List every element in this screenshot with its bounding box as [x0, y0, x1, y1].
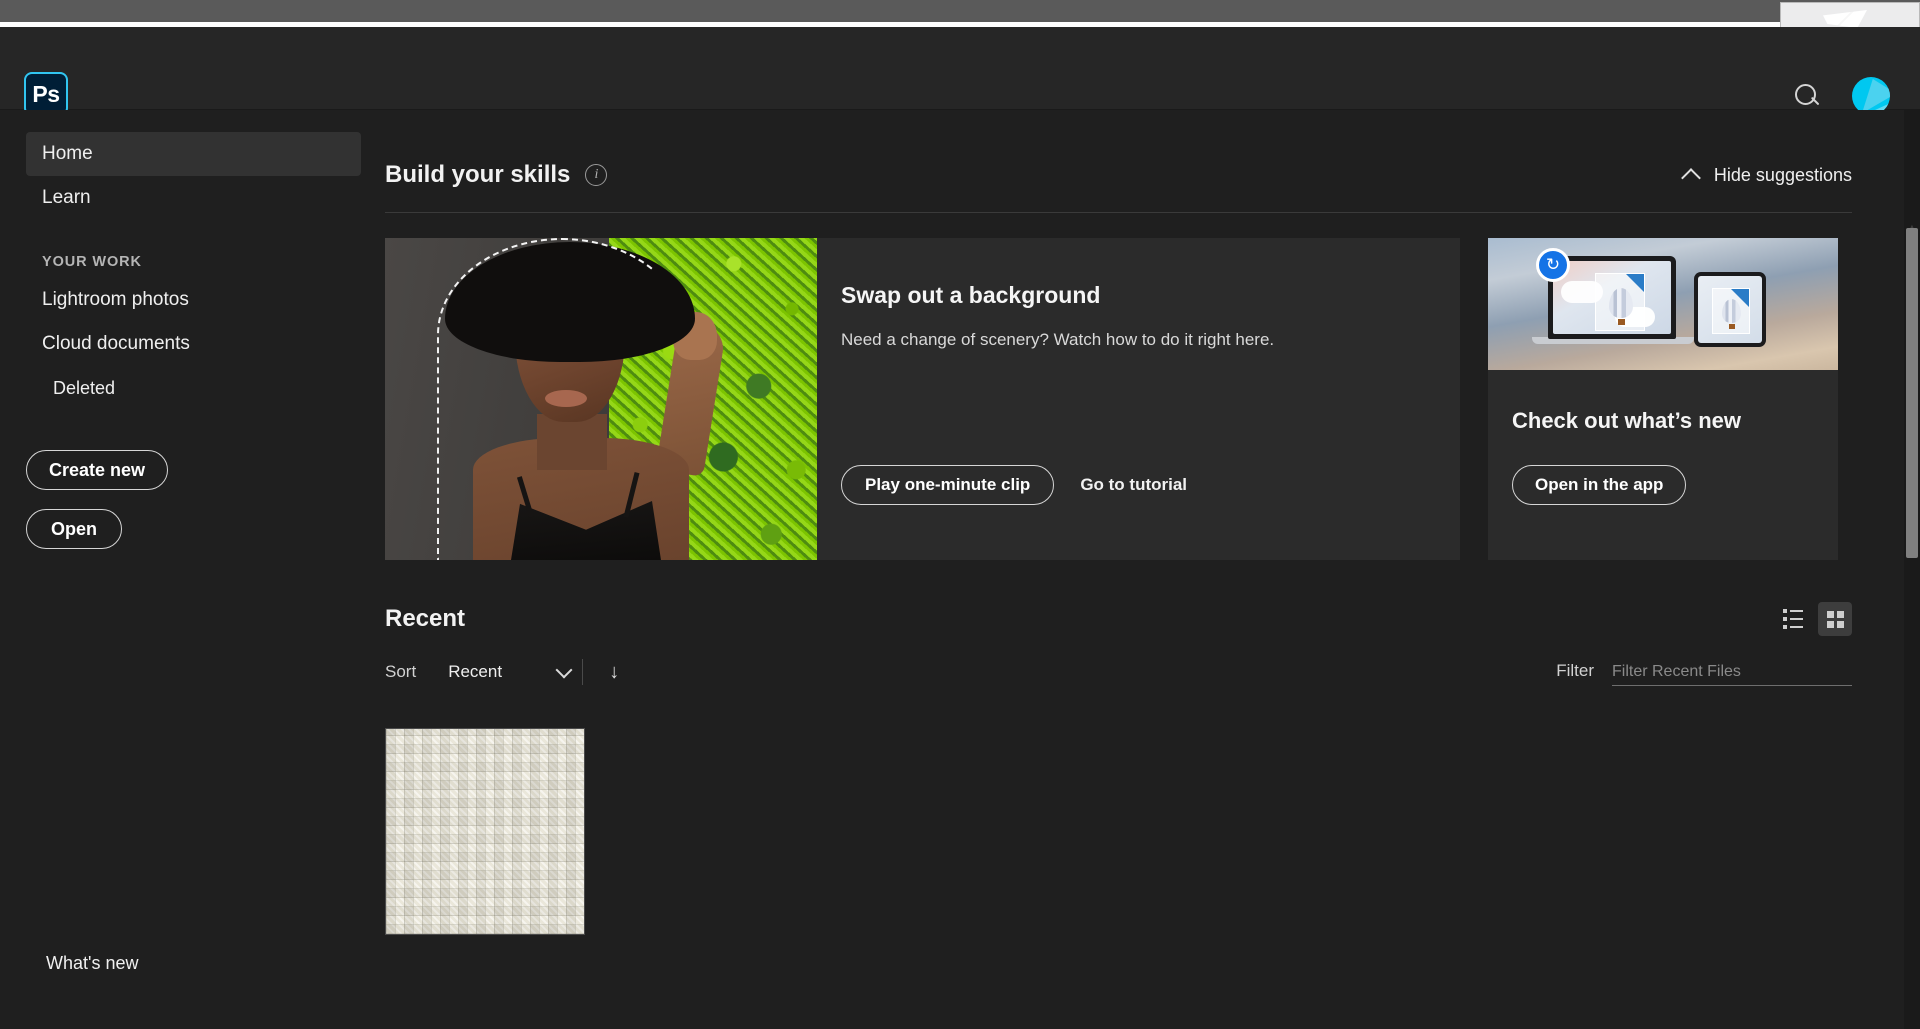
- list-view-icon: [1783, 609, 1803, 629]
- skills-title-row: Build your skills i: [385, 161, 608, 189]
- document-corner-fold: [1626, 274, 1644, 292]
- sidebar-group-your-work: YOUR WORK: [42, 254, 142, 270]
- tablet-icon: [1694, 272, 1766, 347]
- tutorial-card-body: Swap out a background Need a change of s…: [817, 238, 1460, 560]
- info-icon[interactable]: i: [585, 164, 608, 186]
- sort-dropdown[interactable]: Recent: [448, 661, 573, 682]
- whats-new-card[interactable]: ↻ Check out what’s new Open in the app: [1488, 238, 1838, 560]
- laptop-screen: [1553, 261, 1671, 334]
- title-bar-tab-icon: [1823, 10, 1867, 28]
- list-view-button[interactable]: [1776, 602, 1810, 636]
- hide-suggestions-button[interactable]: Hide suggestions: [1681, 164, 1852, 188]
- sort-direction-button[interactable]: ↓: [609, 662, 619, 682]
- document-icon: [1595, 273, 1645, 331]
- chevron-up-icon: [1681, 167, 1701, 188]
- suggestion-cards: Swap out a background Need a change of s…: [385, 238, 1852, 560]
- sidebar-item-learn[interactable]: Learn: [26, 176, 361, 220]
- view-toggle-group: [1776, 602, 1852, 636]
- os-title-bar: [0, 0, 1920, 28]
- sidebar-item-label: Learn: [42, 187, 91, 208]
- grid-view-button[interactable]: [1818, 602, 1852, 636]
- sidebar: Home Learn YOUR WORK Lightroom photos Cl…: [0, 110, 385, 1029]
- build-your-skills-header: Build your skills i Hide suggestions: [385, 158, 1907, 192]
- sidebar-item-label: Cloud documents: [42, 333, 190, 354]
- search-icon[interactable]: [1792, 81, 1822, 111]
- main-content: Build your skills i Hide suggestions Swa…: [385, 110, 1907, 1029]
- whats-new-link[interactable]: What's new: [46, 953, 138, 974]
- grid-view-icon: [1826, 610, 1844, 628]
- vertical-scrollbar-thumb[interactable]: [1906, 228, 1918, 558]
- sidebar-item-label: Lightroom photos: [42, 289, 189, 310]
- tablet-screen: [1698, 276, 1762, 343]
- tutorial-title: Swap out a background: [841, 282, 1101, 308]
- sidebar-item-home[interactable]: Home: [26, 132, 361, 176]
- create-new-button[interactable]: Create new: [26, 450, 169, 490]
- sidebar-item-lightroom-photos[interactable]: Lightroom photos: [26, 278, 361, 322]
- balloon-basket: [1729, 324, 1735, 329]
- hide-suggestions-label: Hide suggestions: [1713, 164, 1852, 185]
- tutorial-actions: Play one-minute clip Go to tutorial: [841, 465, 1187, 505]
- filter-group: Filter: [1556, 658, 1852, 686]
- filter-input[interactable]: [1612, 658, 1852, 686]
- sort-group: Sort Recent ↓: [385, 659, 619, 685]
- open-button[interactable]: Open: [26, 509, 123, 549]
- tutorial-description: Need a change of scenery? Watch how to d…: [841, 330, 1275, 349]
- sidebar-item-deleted[interactable]: Deleted: [26, 366, 361, 410]
- balloon-basket: [1618, 319, 1625, 325]
- recent-files-grid: [385, 728, 1907, 935]
- go-to-tutorial-link[interactable]: Go to tutorial: [1080, 475, 1187, 495]
- recent-title: Recent: [385, 605, 466, 632]
- recent-file-thumbnail: [385, 728, 585, 935]
- controls-divider: [582, 659, 584, 685]
- vertical-scrollbar-track[interactable]: ▲: [1904, 110, 1920, 1029]
- whats-new-title: Check out what’s new: [1512, 408, 1742, 433]
- whats-new-illustration: ↻: [1488, 238, 1838, 370]
- sidebar-buttons: Create new Open: [0, 450, 385, 549]
- sidebar-item-label: Deleted: [53, 377, 116, 398]
- title-bar-tab[interactable]: [1780, 2, 1920, 28]
- selection-marquee: [437, 238, 687, 560]
- tutorial-card[interactable]: Swap out a background Need a change of s…: [385, 238, 1460, 560]
- chevron-down-icon: [555, 661, 573, 678]
- tutorial-thumbnail: [385, 238, 817, 560]
- recent-header: Recent: [385, 602, 1852, 636]
- workspace: Home Learn YOUR WORK Lightroom photos Cl…: [0, 110, 1920, 1029]
- page-title: Build your skills: [385, 161, 571, 188]
- recent-controls: Sort Recent ↓ Filter: [385, 658, 1852, 686]
- play-clip-button[interactable]: Play one-minute clip: [841, 465, 1055, 505]
- recent-file-item[interactable]: [385, 728, 585, 935]
- hot-air-balloon-icon: [1609, 288, 1633, 318]
- app-header: Ps: [0, 27, 1920, 116]
- sidebar-item-label: Home: [42, 143, 93, 164]
- open-in-the-app-button[interactable]: Open in the app: [1512, 465, 1687, 505]
- sort-label: Sort: [385, 662, 417, 681]
- sort-value: Recent: [448, 662, 503, 681]
- document-icon: [1712, 288, 1750, 334]
- hot-air-balloon-icon: [1722, 299, 1741, 323]
- sidebar-item-cloud-documents[interactable]: Cloud documents: [26, 322, 361, 366]
- sync-icon: ↻: [1536, 248, 1570, 282]
- filter-label: Filter: [1556, 661, 1594, 680]
- section-divider: [385, 212, 1852, 213]
